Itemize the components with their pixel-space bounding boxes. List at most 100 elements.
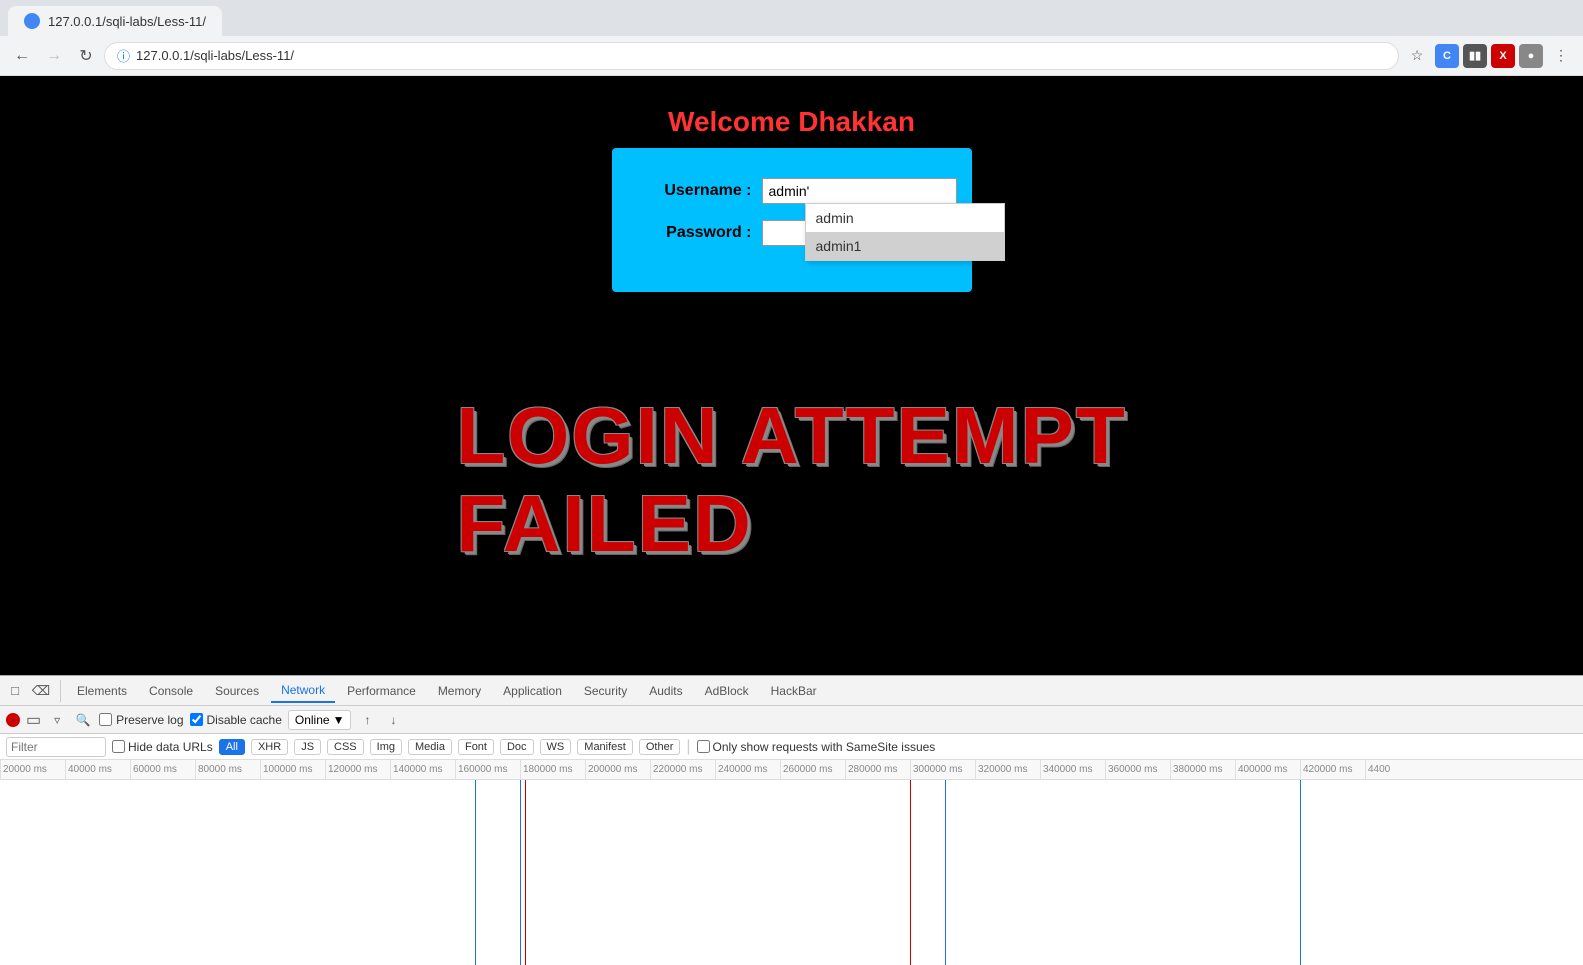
upload-download-group: ↑ ↓ [357, 710, 403, 730]
welcome-label: Welcome [668, 106, 790, 137]
tab-sources[interactable]: Sources [205, 680, 269, 702]
tab-security[interactable]: Security [574, 680, 637, 702]
online-button[interactable]: Online ▼ [288, 710, 352, 730]
tab-bar: 127.0.0.1/sqli-labs/Less-11/ [0, 0, 1583, 36]
forward-button[interactable]: → [40, 42, 68, 70]
samesite-checkbox[interactable] [697, 740, 710, 753]
devtools-tabs: □ ⌫ Elements Console Sources Network Per… [0, 676, 1583, 706]
search-icon-btn[interactable]: 🔍 [73, 710, 93, 730]
address-bar[interactable]: ⓘ 127.0.0.1/sqli-labs/Less-11/ [104, 42, 1399, 70]
preserve-log-checkbox[interactable] [99, 713, 112, 726]
browser-toolbar: ← → ↻ ⓘ 127.0.0.1/sqli-labs/Less-11/ ☆ C… [0, 36, 1583, 76]
reload-button[interactable]: ↻ [72, 42, 100, 70]
welcome-section: Welcome Dhakkan [0, 76, 1583, 138]
chrome-icon: C [1435, 44, 1459, 68]
tab-elements[interactable]: Elements [67, 680, 137, 702]
tick-180000: 180000 ms [520, 760, 585, 779]
samesite-label[interactable]: Only show requests with SameSite issues [697, 740, 936, 754]
tick-240000: 240000 ms [715, 760, 780, 779]
filter-js[interactable]: JS [294, 739, 321, 755]
disable-cache-checkbox[interactable] [190, 713, 203, 726]
tick-360000: 360000 ms [1105, 760, 1170, 779]
menu-button[interactable]: ⋮ [1547, 42, 1575, 70]
active-tab[interactable]: 127.0.0.1/sqli-labs/Less-11/ [8, 6, 222, 36]
disable-cache-label[interactable]: Disable cache [190, 713, 282, 727]
lock-icon: ⓘ [117, 46, 130, 65]
timeline-marker-blue1 [475, 780, 476, 965]
tick-380000: 380000 ms [1170, 760, 1235, 779]
filter-doc[interactable]: Doc [500, 739, 534, 755]
hide-data-urls-checkbox[interactable] [112, 740, 125, 753]
filter-other[interactable]: Other [639, 739, 681, 755]
filter-img[interactable]: Img [370, 739, 402, 755]
devtools-panel: □ ⌫ Elements Console Sources Network Per… [0, 675, 1583, 965]
filter-manifest[interactable]: Manifest [577, 739, 633, 755]
timeline-body [0, 780, 1583, 965]
tick-200000: 200000 ms [585, 760, 650, 779]
tab-hackbar[interactable]: HackBar [761, 680, 827, 702]
tab-adblock[interactable]: AdBlock [695, 680, 759, 702]
tick-280000: 280000 ms [845, 760, 910, 779]
clear-button[interactable]: ▭ [26, 710, 41, 730]
tab-title: 127.0.0.1/sqli-labs/Less-11/ [48, 14, 206, 29]
tick-60000: 60000 ms [130, 760, 195, 779]
filter-media[interactable]: Media [408, 739, 452, 755]
filter-icon-btn[interactable]: ▿ [47, 710, 67, 730]
device-icon-btn[interactable]: ⌫ [30, 680, 52, 702]
devtools-icon-group: □ ⌫ [4, 680, 61, 702]
bookmark-button[interactable]: ☆ [1403, 42, 1431, 70]
login-failed-line1: LOGIN ATTEMPT [456, 392, 1126, 480]
timeline-marker-red2 [910, 780, 911, 965]
toolbar-right: ☆ C ▮▮ X ● ⋮ [1403, 42, 1575, 70]
preserve-log-label[interactable]: Preserve log [99, 713, 183, 727]
username-input[interactable] [762, 178, 957, 204]
welcome-name: Dhakkan [798, 106, 915, 137]
autocomplete-dropdown: admin admin1 [805, 203, 1005, 261]
filter-all[interactable]: All [219, 739, 245, 755]
tick-320000: 320000 ms [975, 760, 1040, 779]
filter-css[interactable]: CSS [327, 739, 364, 755]
filter-xhr[interactable]: XHR [251, 739, 288, 755]
main-content: Welcome Dhakkan Username : Password : ad… [0, 76, 1583, 685]
ext3-icon: ● [1519, 44, 1543, 68]
tick-120000: 120000 ms [325, 760, 390, 779]
ext2-icon: X [1491, 44, 1515, 68]
autocomplete-item-admin1[interactable]: admin1 [806, 232, 1004, 260]
login-failed-line2: FAILED [456, 480, 1126, 568]
tab-application[interactable]: Application [493, 680, 572, 702]
tab-memory[interactable]: Memory [428, 680, 491, 702]
welcome-header: Welcome Dhakkan [668, 106, 915, 137]
record-button[interactable] [6, 713, 20, 727]
timeline-marker-blue2 [520, 780, 521, 965]
network-toolbar: ▭ ▿ 🔍 Preserve log Disable cache Online … [0, 706, 1583, 734]
autocomplete-item-admin[interactable]: admin [806, 204, 1004, 232]
tab-audits[interactable]: Audits [639, 680, 692, 702]
tick-80000: 80000 ms [195, 760, 260, 779]
filter-font[interactable]: Font [458, 739, 494, 755]
timeline-marker-red1 [525, 780, 526, 965]
upload-button[interactable]: ↑ [357, 710, 377, 730]
filter-input[interactable] [6, 737, 106, 757]
tab-console[interactable]: Console [139, 680, 203, 702]
tick-100000: 100000 ms [260, 760, 325, 779]
inspect-icon-btn[interactable]: □ [4, 680, 26, 702]
tab-performance[interactable]: Performance [337, 680, 426, 702]
download-button[interactable]: ↓ [383, 710, 403, 730]
filter-divider: | [686, 738, 690, 756]
filter-ws[interactable]: WS [540, 739, 572, 755]
username-row: Username : [652, 178, 932, 204]
tick-40000: 40000 ms [65, 760, 130, 779]
tab-network[interactable]: Network [271, 679, 335, 703]
tick-140000: 140000 ms [390, 760, 455, 779]
url-display: 127.0.0.1/sqli-labs/Less-11/ [136, 48, 294, 63]
tick-300000: 300000 ms [910, 760, 975, 779]
tab-favicon [24, 13, 40, 29]
login-section: Username : Password : admin admin1 [0, 148, 1583, 292]
back-button[interactable]: ← [8, 42, 36, 70]
tick-160000: 160000 ms [455, 760, 520, 779]
samesite-text: Only show requests with SameSite issues [713, 740, 936, 754]
tick-20000: 20000 ms [0, 760, 65, 779]
hide-data-urls-label[interactable]: Hide data URLs [112, 740, 213, 754]
online-dropdown-icon: ▼ [333, 713, 345, 727]
browser-chrome: 127.0.0.1/sqli-labs/Less-11/ ← → ↻ ⓘ 127… [0, 0, 1583, 76]
